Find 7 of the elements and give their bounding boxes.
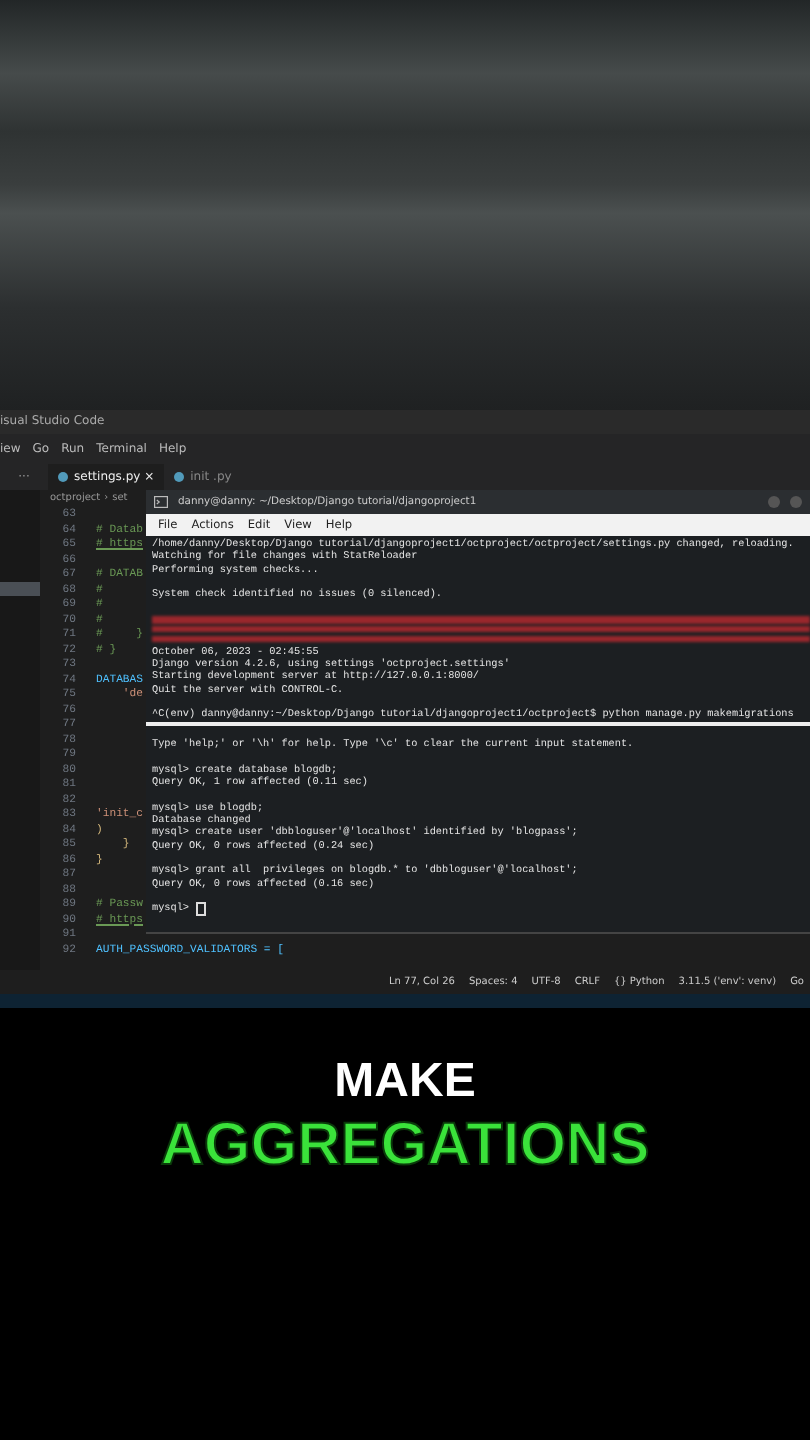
caption-text: MAKE xyxy=(334,1054,476,1110)
text-cursor xyxy=(195,901,206,916)
terminal-icon xyxy=(154,496,168,508)
file-icon xyxy=(58,472,68,482)
selection-highlight xyxy=(0,582,40,596)
caption-text: AGGREGATIONS xyxy=(160,1112,650,1180)
file-icon xyxy=(174,472,185,482)
